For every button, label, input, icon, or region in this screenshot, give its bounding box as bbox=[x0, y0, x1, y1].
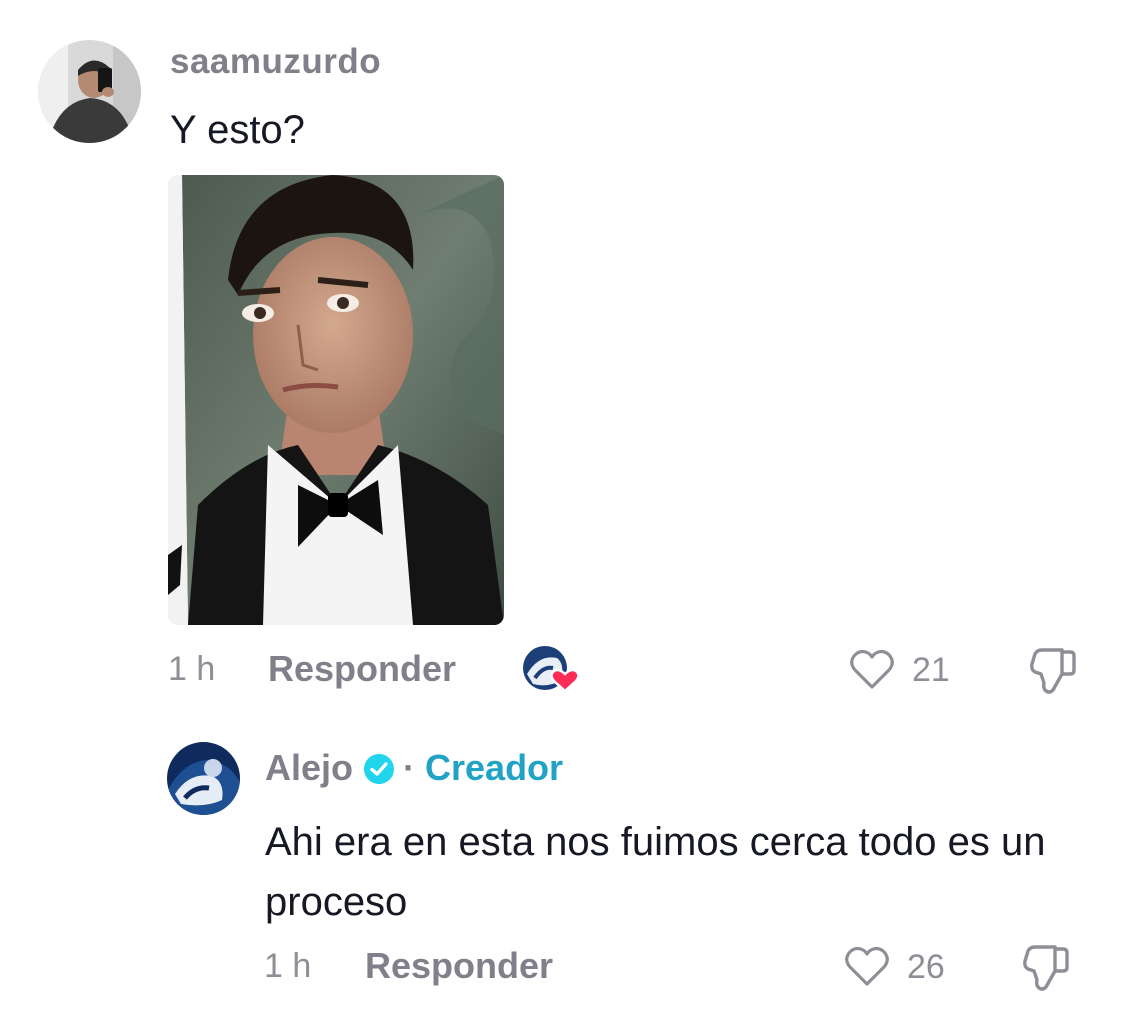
creator-heart-icon bbox=[521, 644, 580, 694]
comment-username[interactable]: Alejo bbox=[265, 747, 353, 789]
creator-label: Creador bbox=[425, 747, 564, 788]
reply-button[interactable]: Responder bbox=[268, 648, 456, 690]
heart-outline-icon[interactable] bbox=[848, 647, 896, 691]
verified-badge-icon bbox=[363, 752, 395, 784]
avatar[interactable] bbox=[38, 40, 141, 143]
thumbs-down-icon[interactable] bbox=[1020, 941, 1072, 993]
comment-header: Alejo · Creador bbox=[265, 747, 563, 789]
comment-photo[interactable] bbox=[168, 175, 504, 625]
comment-text: Ahi era en esta nos fuimos cerca todo es… bbox=[265, 820, 1046, 924]
comment-text: Y esto? bbox=[170, 108, 305, 152]
thumbs-down-icon[interactable] bbox=[1027, 644, 1079, 696]
like-count: 21 bbox=[912, 651, 950, 689]
avatar[interactable] bbox=[167, 742, 240, 815]
heart-outline-icon[interactable] bbox=[843, 944, 891, 988]
separator: · bbox=[403, 747, 416, 788]
like-count: 26 bbox=[907, 948, 945, 986]
reply-button[interactable]: Responder bbox=[365, 945, 553, 987]
comment-time: 1 h bbox=[168, 650, 216, 688]
comment-username[interactable]: saamuzurdo bbox=[170, 42, 381, 82]
comment-time: 1 h bbox=[264, 947, 312, 985]
